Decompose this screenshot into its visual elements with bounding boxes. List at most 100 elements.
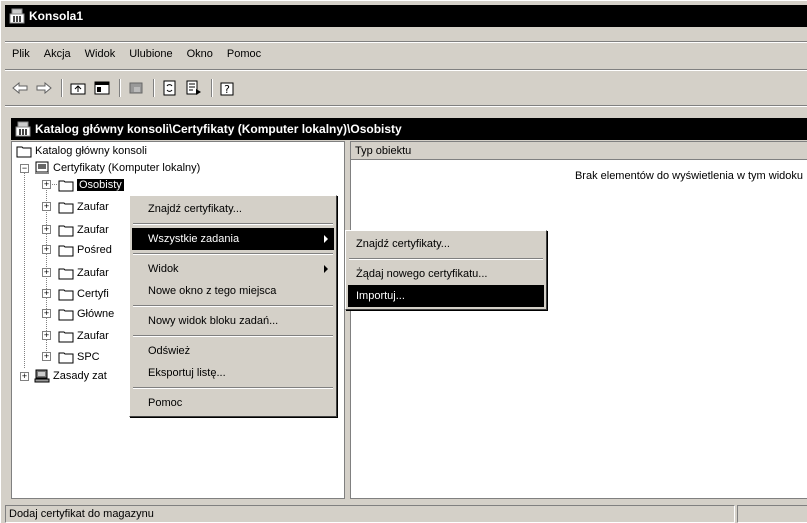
folder-icon (58, 245, 74, 257)
tree-item-store[interactable]: Główne (58, 306, 114, 322)
back-arrow-icon[interactable] (9, 77, 31, 99)
policy-computer-icon (34, 369, 50, 383)
tree-item-root[interactable]: Katalog główny konsoli (16, 143, 147, 159)
expand-toggle[interactable]: + (20, 372, 29, 381)
tree-item-store[interactable]: Zaufar (58, 265, 109, 281)
expand-toggle[interactable]: + (42, 225, 51, 234)
expand-toggle[interactable]: + (42, 268, 51, 277)
menu-item-all-tasks[interactable]: Wszystkie zadania (132, 228, 334, 250)
menu-item-label: Znajdź certyfikaty... (148, 203, 242, 215)
tree-connector (24, 172, 25, 368)
menu-item-label: Widok (148, 263, 179, 275)
tree-item-label: Katalog główny konsoli (35, 145, 147, 157)
inner-window-title: Katalog główny konsoli\Certyfikaty (Komp… (35, 122, 402, 136)
menu-ulubione[interactable]: Ulubione (122, 48, 179, 60)
status-bar: Dodaj certyfikat do magazynu (5, 504, 807, 523)
folder-icon (58, 352, 74, 364)
menu-plik[interactable]: Plik (5, 48, 37, 60)
expand-toggle[interactable]: + (42, 202, 51, 211)
menu-widok[interactable]: Widok (78, 48, 123, 60)
divider (5, 69, 807, 71)
folder-icon (58, 268, 74, 280)
context-menu: Znajdź certyfikaty... Wszystkie zadania … (129, 195, 337, 417)
folder-icon (58, 180, 74, 192)
expand-toggle[interactable]: + (42, 352, 51, 361)
divider (5, 41, 807, 43)
tree-item-label: SPC (77, 351, 100, 363)
menu-pomoc[interactable]: Pomoc (220, 48, 268, 60)
all-tasks-submenu: Znajdź certyfikaty... Żądaj nowego certy… (345, 230, 547, 310)
expand-toggle[interactable]: + (42, 180, 51, 189)
folder-icon (58, 331, 74, 343)
menu-bar: Plik Akcja Widok Ulubione Okno Pomoc (5, 45, 807, 63)
tree-item-osobisty[interactable]: Osobisty (58, 177, 124, 193)
tree-item-store[interactable]: Certyfi (58, 286, 109, 302)
menu-item-label: Żądaj nowego certyfikatu... (356, 268, 488, 280)
expand-toggle[interactable]: + (42, 245, 51, 254)
menu-separator (133, 335, 333, 337)
expand-toggle[interactable]: + (42, 309, 51, 318)
menu-item-find-certs[interactable]: Znajdź certyfikaty... (348, 233, 544, 255)
menu-separator (349, 258, 543, 260)
folder-icon (58, 289, 74, 301)
export-list-icon[interactable] (183, 77, 205, 99)
window-title: Konsola1 (29, 9, 84, 23)
tree-item-label: Zasady zat (53, 370, 107, 382)
expand-toggle[interactable]: + (42, 289, 51, 298)
column-header-label: Typ obiektu (355, 144, 412, 157)
forward-arrow-icon[interactable] (33, 77, 55, 99)
tree-item-label: Zaufar (77, 267, 109, 279)
toolbar: ? (5, 75, 807, 101)
menu-item-label: Nowe okno z tego miejsca (148, 285, 277, 297)
menu-item-view[interactable]: Widok (132, 258, 334, 280)
expand-toggle[interactable]: + (42, 331, 51, 340)
menu-item-label: Nowy widok bloku zadań... (148, 315, 279, 327)
menu-item-import[interactable]: Importuj... (348, 285, 544, 307)
menu-item-label: Pomoc (148, 397, 183, 409)
divider (5, 105, 807, 107)
empty-list-message: Brak elementów do wyświetlenia w tym wid… (574, 170, 803, 182)
help-icon[interactable]: ? (217, 77, 239, 99)
show-hide-tree-icon[interactable] (91, 77, 113, 99)
menu-item-label: Znajdź certyfikaty... (356, 238, 450, 250)
toolbar-separator (211, 79, 213, 97)
menu-separator (133, 387, 333, 389)
certificate-store-icon (35, 161, 49, 174)
menu-item-label: Importuj... (356, 290, 405, 302)
delete-icon[interactable] (125, 77, 147, 99)
menu-item-export-list[interactable]: Eksportuj listę... (132, 362, 334, 384)
menu-item-find-certs[interactable]: Znajdź certyfikaty... (132, 198, 334, 220)
tree-item-store[interactable]: Zaufar (58, 199, 109, 215)
inner-window-title-bar[interactable]: Katalog główny konsoli\Certyfikaty (Komp… (11, 118, 807, 140)
menu-item-help[interactable]: Pomoc (132, 392, 334, 414)
tree-item-label: Osobisty (77, 179, 124, 191)
tree-item-certs[interactable]: Certyfikaty (Komputer lokalny) (34, 160, 200, 176)
menu-akcja[interactable]: Akcja (37, 48, 78, 60)
tree-item-label: Pośred (77, 244, 112, 256)
column-header-type[interactable]: Typ obiektu (351, 142, 807, 160)
refresh-icon[interactable] (159, 77, 181, 99)
tree-item-label: Zaufar (77, 201, 109, 213)
menu-item-request-cert[interactable]: Żądaj nowego certyfikatu... (348, 263, 544, 285)
toolbar-separator (61, 79, 63, 97)
tree-item-store[interactable]: Pośred (58, 242, 112, 258)
title-bar[interactable]: Konsola1 (5, 5, 807, 27)
menu-item-new-window[interactable]: Nowe okno z tego miejsca (132, 280, 334, 302)
up-folder-icon[interactable] (67, 77, 89, 99)
menu-separator (133, 305, 333, 307)
menu-item-label: Eksportuj listę... (148, 367, 226, 379)
menu-item-new-taskpad[interactable]: Nowy widok bloku zadań... (132, 310, 334, 332)
svg-text:?: ? (224, 83, 230, 96)
menu-okno[interactable]: Okno (180, 48, 220, 60)
menu-separator (133, 223, 333, 225)
tree-item-label: Zaufar (77, 330, 109, 342)
tree-item-store[interactable]: Zaufar (58, 328, 109, 344)
tree-item-store[interactable]: SPC (58, 349, 100, 365)
collapse-toggle[interactable]: − (20, 164, 29, 173)
tree-item-policy[interactable]: Zasady zat (34, 368, 107, 384)
details-pane[interactable]: Typ obiektu Brak elementów do wyświetlen… (350, 141, 807, 499)
submenu-arrow-icon (324, 235, 328, 243)
menu-item-refresh[interactable]: Odśwież (132, 340, 334, 362)
folder-icon (16, 146, 32, 158)
tree-item-store[interactable]: Zaufar (58, 222, 109, 238)
